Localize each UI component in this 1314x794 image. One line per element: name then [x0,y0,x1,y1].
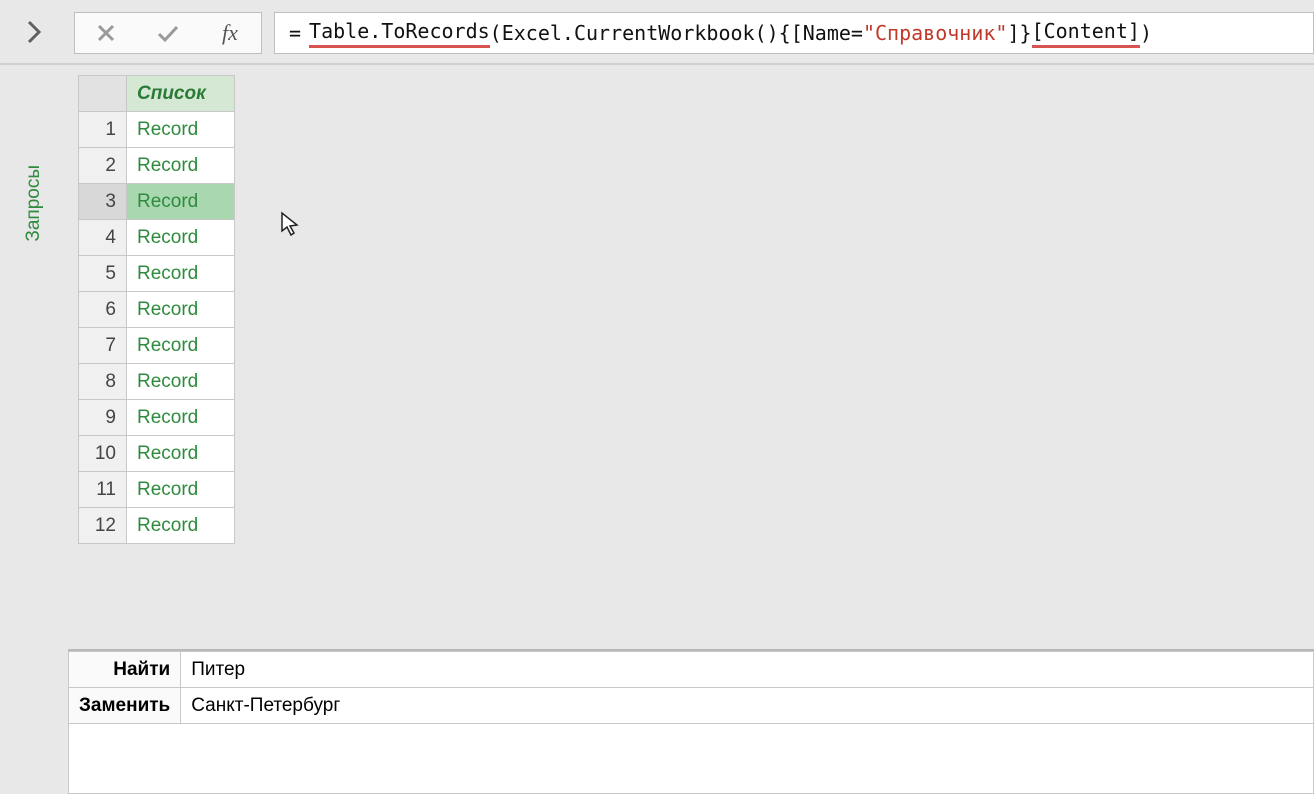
formula-content: [Content] [1032,19,1140,48]
formula-string: "Справочник" [863,21,1008,45]
chevron-right-icon [25,18,43,46]
table-row[interactable]: 2Record [79,148,235,184]
row-number[interactable]: 8 [79,364,127,400]
table-corner[interactable] [79,76,127,112]
record-link[interactable]: Record [127,328,235,364]
table-row[interactable]: 4Record [79,220,235,256]
formula-eq: = [289,21,301,45]
formula-paren: (){[Name= [755,21,863,45]
record-link[interactable]: Record [127,508,235,544]
expand-pane-button[interactable] [0,0,68,63]
detail-value: Санкт-Петербург [181,688,1314,724]
formula-fn-workbook: Excel.CurrentWorkbook [502,21,755,45]
record-link[interactable]: Record [127,184,235,220]
cancel-button[interactable] [75,13,137,53]
row-number[interactable]: 4 [79,220,127,256]
table-row[interactable]: 1Record [79,112,235,148]
mouse-cursor-icon [280,211,302,237]
record-link[interactable]: Record [127,292,235,328]
row-number[interactable]: 5 [79,256,127,292]
detail-value: Питер [181,652,1314,688]
record-link[interactable]: Record [127,364,235,400]
record-link[interactable]: Record [127,256,235,292]
main-area: Запросы Список 1Record2Record3Record4Rec… [0,65,1314,794]
confirm-button[interactable] [137,13,199,53]
record-link[interactable]: Record [127,436,235,472]
record-link[interactable]: Record [127,220,235,256]
row-number[interactable]: 2 [79,148,127,184]
table-row[interactable]: 9Record [79,400,235,436]
formula-fn-torecords: Table.ToRecords [309,19,490,48]
content-area: Список 1Record2Record3Record4Record5Reco… [68,65,1314,794]
formula-paren: ]} [1007,21,1031,45]
formula-bar-controls: fx [74,12,262,54]
table-row[interactable]: 8Record [79,364,235,400]
detail-table: НайтиПитерЗаменитьСанкт-Петербург [68,651,1314,724]
check-icon [156,23,180,43]
record-link[interactable]: Record [127,112,235,148]
detail-row: ЗаменитьСанкт-Петербург [69,688,1314,724]
detail-key: Найти [69,652,181,688]
row-number[interactable]: 12 [79,508,127,544]
record-link[interactable]: Record [127,400,235,436]
detail-row: НайтиПитер [69,652,1314,688]
detail-empty-area [68,724,1314,794]
formula-bar-area: fx = Table.ToRecords ( Excel.CurrentWork… [0,0,1314,65]
row-number[interactable]: 1 [79,112,127,148]
record-link[interactable]: Record [127,472,235,508]
detail-key: Заменить [69,688,181,724]
row-number[interactable]: 3 [79,184,127,220]
row-number[interactable]: 9 [79,400,127,436]
grid-wrap: Список 1Record2Record3Record4Record5Reco… [68,65,1314,649]
x-icon [96,23,116,43]
queries-side-tab[interactable]: Запросы [0,65,68,794]
formula-paren: ) [1140,21,1152,45]
queries-label: Запросы [23,165,45,242]
table-row[interactable]: 7Record [79,328,235,364]
detail-pane: НайтиПитерЗаменитьСанкт-Петербург [68,649,1314,794]
fx-label: fx [199,13,261,53]
table-row[interactable]: 11Record [79,472,235,508]
table-row[interactable]: 3Record [79,184,235,220]
list-table[interactable]: Список 1Record2Record3Record4Record5Reco… [78,75,235,544]
row-number[interactable]: 7 [79,328,127,364]
row-number[interactable]: 10 [79,436,127,472]
row-number[interactable]: 6 [79,292,127,328]
table-row[interactable]: 10Record [79,436,235,472]
record-link[interactable]: Record [127,148,235,184]
column-header[interactable]: Список [127,76,235,112]
table-row[interactable]: 6Record [79,292,235,328]
row-number[interactable]: 11 [79,472,127,508]
formula-paren: ( [490,21,502,45]
table-row[interactable]: 12Record [79,508,235,544]
table-row[interactable]: 5Record [79,256,235,292]
formula-input[interactable]: = Table.ToRecords ( Excel.CurrentWorkboo… [274,12,1314,54]
